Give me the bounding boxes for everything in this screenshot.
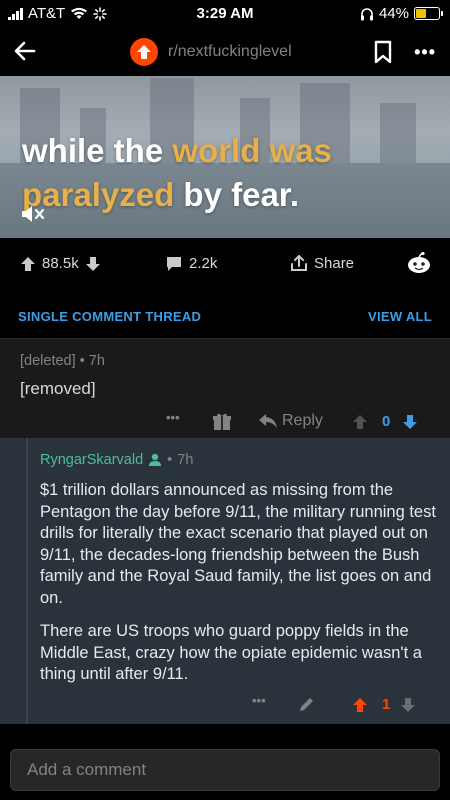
comment-controls: ••• Reply 0	[160, 410, 440, 433]
battery-percent: 44%	[378, 5, 409, 22]
comment-score: 1	[382, 696, 391, 713]
more-options-icon[interactable]: •••	[252, 693, 266, 708]
subreddit-icon	[130, 38, 158, 66]
comment-meta: [deleted] • 7h	[20, 353, 105, 369]
headphones-icon	[360, 7, 373, 20]
comment-paragraph: There are US troops who guard poppy fiel…	[40, 622, 422, 683]
user-icon	[149, 453, 162, 466]
post-score: 88.5k	[42, 255, 79, 272]
battery-icon	[414, 7, 443, 20]
comment-deleted: [deleted] • 7h [removed] ••• Reply 0	[0, 338, 450, 438]
video-caption-line-1: while the world was	[22, 132, 332, 169]
comment-author[interactable]: RyngarSkarvald	[40, 452, 143, 468]
more-options-icon[interactable]: •••	[414, 42, 436, 63]
gift-award-icon[interactable]	[212, 412, 232, 431]
thread-header: SINGLE COMMENT THREAD VIEW ALL	[0, 296, 450, 336]
comment-count: 2.2k	[189, 255, 218, 272]
video-caption-line-2: paralyzed by fear.	[22, 176, 299, 213]
upvote-icon[interactable]	[352, 697, 368, 713]
reply-button[interactable]: Reply	[282, 412, 323, 430]
comment-body: [removed]	[20, 379, 96, 398]
view-all-link[interactable]: VIEW ALL	[368, 309, 432, 324]
upvote-icon[interactable]	[352, 414, 368, 430]
upvote-icon[interactable]	[20, 256, 36, 272]
comment-meta: RyngarSkarvald • 7h	[40, 452, 194, 468]
back-arrow-icon[interactable]	[10, 36, 40, 66]
award-snoo-icon[interactable]	[406, 252, 432, 274]
comment-bubble-icon	[167, 257, 181, 271]
share-icon	[291, 255, 307, 271]
comment-score: 0	[382, 413, 391, 430]
subreddit-header[interactable]: r/nextfuckinglevel	[130, 38, 292, 66]
reply-icon[interactable]	[258, 413, 278, 429]
thread-rail[interactable]	[26, 438, 28, 724]
comment-reply: RyngarSkarvald • 7h $1 trillion dollars …	[0, 438, 450, 724]
comment-age: 7h	[88, 353, 105, 369]
add-comment-input[interactable]: Add a comment	[10, 749, 440, 791]
single-comment-thread-label: SINGLE COMMENT THREAD	[18, 308, 202, 324]
downvote-icon[interactable]	[402, 414, 418, 430]
comment-paragraph: $1 trillion dollars announced as missing…	[40, 481, 436, 607]
comment-age: 7h	[177, 452, 194, 468]
edit-pencil-icon[interactable]	[298, 695, 316, 713]
comment-body: $1 trillion dollars announced as missing…	[40, 480, 440, 698]
comment-controls: ••• 1	[240, 693, 440, 716]
comments-button[interactable]: 2.2k	[165, 255, 217, 272]
comment-composer-bar: Add a comment	[0, 724, 450, 800]
subreddit-name: r/nextfuckinglevel	[168, 43, 292, 60]
share-button[interactable]: Share	[290, 255, 354, 272]
bookmark-icon[interactable]	[372, 40, 394, 64]
comment-author[interactable]: [deleted]	[20, 353, 76, 369]
video-player[interactable]: while the world was paralyzed by fear.	[0, 76, 450, 238]
share-label: Share	[314, 255, 355, 272]
top-nav: r/nextfuckinglevel •••	[0, 28, 450, 76]
status-bar: AT&T 3:29 AM 44%	[0, 0, 450, 28]
post-action-bar: 88.5k 2.2k Share	[0, 240, 450, 288]
downvote-icon[interactable]	[85, 256, 101, 272]
mute-icon[interactable]	[20, 204, 46, 224]
downvote-icon[interactable]	[400, 697, 416, 713]
more-options-icon[interactable]: •••	[166, 410, 180, 425]
post-vote: 88.5k	[20, 255, 101, 272]
